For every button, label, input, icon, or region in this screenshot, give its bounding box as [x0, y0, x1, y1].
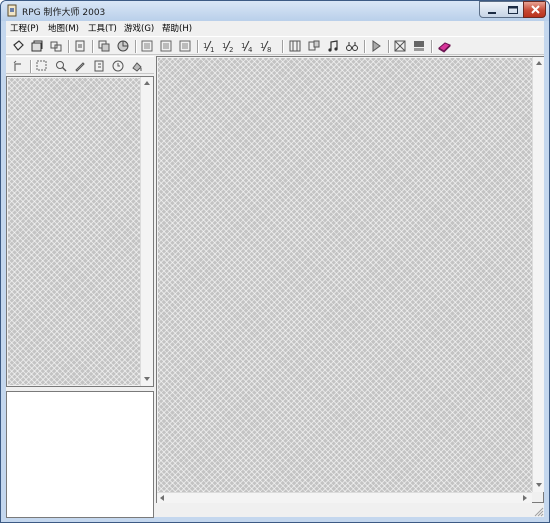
map-vertical-scrollbar[interactable]	[532, 57, 544, 492]
toolbar-separator	[282, 40, 284, 53]
maximize-button[interactable]	[502, 1, 524, 18]
layer-upper-icon[interactable]	[159, 39, 173, 53]
scroll-down-icon[interactable]	[144, 377, 150, 381]
scroll-up-icon[interactable]	[144, 81, 150, 85]
cut-icon[interactable]	[97, 39, 111, 53]
app-icon	[7, 4, 17, 17]
new-project-icon[interactable]	[11, 39, 25, 53]
tileset-palette[interactable]	[8, 78, 140, 385]
toolbar-separator	[431, 40, 433, 53]
scroll-down-icon[interactable]	[536, 483, 542, 487]
menu-project[interactable]: 工程(P)	[10, 22, 39, 34]
scroll-up-icon[interactable]	[536, 61, 542, 65]
toolbar-separator	[197, 40, 199, 53]
circle-icon[interactable]	[111, 59, 125, 73]
music-icon[interactable]	[326, 39, 340, 53]
menu-map[interactable]: 地图(M)	[48, 22, 79, 34]
help-book-icon[interactable]	[437, 39, 451, 53]
material-icon[interactable]	[307, 39, 321, 53]
title-screen-icon[interactable]	[412, 39, 426, 53]
close-button[interactable]	[523, 1, 546, 18]
tileset-panel[interactable]	[6, 76, 154, 387]
svg-text:2: 2	[229, 46, 233, 53]
open-project-icon[interactable]	[30, 39, 44, 53]
toolbar-separator	[388, 40, 390, 53]
toolbar-separator	[68, 40, 70, 53]
resize-grip-icon[interactable]	[532, 505, 544, 517]
toolbar-separator	[135, 40, 137, 53]
minimize-button[interactable]	[479, 1, 503, 18]
layer-lower-icon[interactable]	[140, 39, 154, 53]
zoom-1-4-icon[interactable]: 14	[240, 39, 254, 53]
window-title: RPG 制作大师 2003	[22, 8, 106, 18]
import-icon[interactable]	[73, 39, 87, 53]
rectangle-icon[interactable]	[92, 59, 106, 73]
toolbar-separator	[364, 40, 366, 53]
svg-text:4: 4	[248, 46, 253, 53]
scroll-left-icon[interactable]	[160, 495, 164, 501]
fullscreen-icon[interactable]	[393, 39, 407, 53]
map-canvas-panel[interactable]	[156, 56, 544, 503]
toolbar-separator	[30, 60, 32, 73]
menu-game[interactable]: 游戏(G)	[124, 22, 154, 34]
menu-bar: 工程(P) 地图(M) 工具(T) 游戏(G) 帮助(H)	[6, 21, 544, 35]
pencil-icon[interactable]	[73, 59, 87, 73]
tileset-scrollbar[interactable]	[140, 77, 153, 386]
main-toolbar: 11 12 14 18	[6, 36, 544, 55]
app-window: RPG 制作大师 2003 工程(P) 地图(M) 工具(T) 游戏(G) 帮助…	[0, 0, 550, 523]
minimize-icon	[488, 12, 496, 14]
svg-text:1: 1	[210, 46, 214, 53]
scroll-right-icon[interactable]	[523, 495, 527, 501]
close-project-icon[interactable]	[49, 39, 63, 53]
search-icon[interactable]	[345, 39, 359, 53]
close-icon	[531, 5, 540, 14]
zoom-1-1-icon[interactable]: 11	[202, 39, 216, 53]
event-layer-icon[interactable]	[178, 39, 192, 53]
copy-icon[interactable]	[116, 39, 130, 53]
fill-icon[interactable]	[130, 59, 144, 73]
select-icon[interactable]	[35, 59, 49, 73]
zoom-icon[interactable]	[54, 59, 68, 73]
status-bar	[156, 504, 544, 517]
title-bar[interactable]: RPG 制作大师 2003	[1, 1, 549, 21]
menu-tools[interactable]: 工具(T)	[88, 22, 117, 34]
undo-icon[interactable]	[11, 59, 25, 73]
toolbar-separator	[92, 40, 94, 53]
map-horizontal-scrollbar[interactable]	[157, 492, 532, 503]
drawing-toolbar	[6, 56, 154, 74]
menu-help[interactable]: 帮助(H)	[162, 22, 192, 34]
maximize-icon	[508, 6, 518, 14]
map-tree-panel[interactable]	[6, 391, 154, 518]
client-area: 工程(P) 地图(M) 工具(T) 游戏(G) 帮助(H) 11 12 14 1…	[6, 21, 544, 518]
zoom-1-8-icon[interactable]: 18	[259, 39, 273, 53]
svg-text:8: 8	[267, 46, 271, 53]
zoom-1-2-icon[interactable]: 12	[221, 39, 235, 53]
database-icon[interactable]	[288, 39, 302, 53]
play-test-icon[interactable]	[369, 39, 383, 53]
map-canvas[interactable]	[158, 58, 532, 492]
